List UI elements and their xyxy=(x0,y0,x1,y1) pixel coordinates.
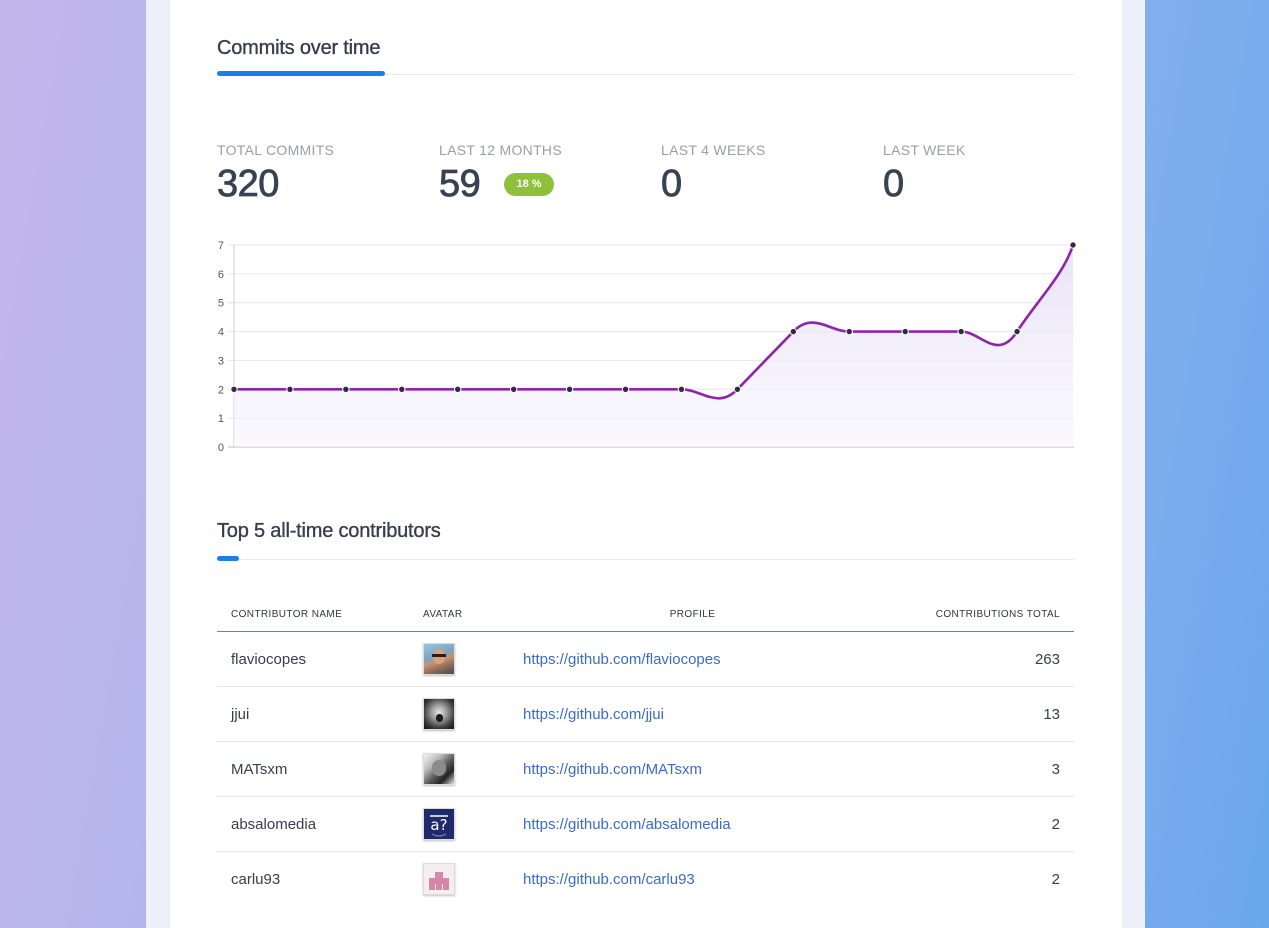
contributions-total: 263 xyxy=(876,631,1074,687)
table-row: carlu93 https://github.com/carlu93 2 xyxy=(217,852,1074,907)
y-tick-label: 6 xyxy=(218,269,224,281)
contributions-total: 2 xyxy=(1051,870,1060,888)
stat-last-week-value: 0 xyxy=(883,163,905,206)
column-header-name: CONTRIBUTOR NAME xyxy=(217,597,409,632)
column-header-avatar: AVATAR xyxy=(409,597,509,632)
profile-link[interactable]: https://github.com/jjui xyxy=(523,706,664,723)
y-tick-label: 2 xyxy=(218,384,224,396)
stat-last-4-weeks-label: LAST 4 WEEKS xyxy=(661,142,766,158)
table-row: flaviocopes https://github.com/flaviocop… xyxy=(217,631,1074,687)
photo-avatar-icon xyxy=(423,643,455,675)
data-point xyxy=(901,327,909,336)
data-point xyxy=(286,385,294,393)
data-point xyxy=(509,385,518,393)
profile-link[interactable]: https://github.com/absalomedia xyxy=(523,816,731,833)
logo-avatar-icon: a? xyxy=(423,808,455,840)
data-point xyxy=(789,327,798,336)
identicon-avatar-icon xyxy=(423,863,455,895)
svg-text:a?: a? xyxy=(430,816,447,834)
stat-last-week-label: LAST WEEK xyxy=(883,142,966,158)
data-point xyxy=(845,327,853,336)
y-tick-label: 7 xyxy=(218,240,224,252)
stat-total-commits-value: 320 xyxy=(217,163,280,206)
data-point xyxy=(1069,241,1077,249)
table-row: absalomedia a? https://github.com/absalo… xyxy=(217,796,1074,852)
stat-last-4-weeks-value: 0 xyxy=(661,163,683,206)
contributors-section-title: Top 5 all-time contributors xyxy=(217,520,441,542)
photo-avatar-icon xyxy=(423,753,455,785)
contributor-name: flaviocopes xyxy=(217,631,409,687)
profile-link[interactable]: https://github.com/carlu93 xyxy=(523,871,695,888)
y-tick-label: 5 xyxy=(218,298,224,310)
data-point xyxy=(454,385,462,393)
y-tick-label: 1 xyxy=(218,413,224,425)
data-point xyxy=(957,327,965,336)
data-point xyxy=(677,385,686,393)
y-tick-label: 0 xyxy=(218,442,224,454)
photo-avatar-icon xyxy=(423,698,455,730)
contributor-name: jjui xyxy=(217,686,409,742)
table-row: MATsxm https://github.com/MATsxm 3 xyxy=(217,741,1074,797)
contributor-name: absalomedia xyxy=(217,796,409,852)
data-point xyxy=(342,385,350,393)
commits-title-accent xyxy=(217,71,385,76)
y-tick-label: 3 xyxy=(218,355,224,367)
data-point xyxy=(230,385,238,393)
contributor-name: MATsxm xyxy=(217,741,409,797)
table-header-row: CONTRIBUTOR NAME AVATAR PROFILE CONTRIBU… xyxy=(217,597,1074,632)
contributors-title-accent xyxy=(217,556,239,561)
contributions-total: 13 xyxy=(876,686,1074,742)
data-point xyxy=(565,385,574,393)
column-header-total: CONTRIBUTIONS TOTAL xyxy=(876,597,1074,632)
contributors-title-divider xyxy=(217,559,1074,560)
stat-last-12-months-label: LAST 12 MONTHS xyxy=(439,142,562,158)
commits-chart: 0 1 2 3 4 5 6 7 xyxy=(218,240,1077,454)
growth-badge: 18 % xyxy=(504,173,554,196)
contributions-total: 2 xyxy=(876,796,1074,852)
contributions-total: 3 xyxy=(876,741,1074,797)
data-point xyxy=(1013,327,1021,336)
column-header-profile: PROFILE xyxy=(509,597,876,632)
commits-section-title: Commits over time xyxy=(217,37,381,59)
stat-last-12-months-value: 59 xyxy=(439,163,482,206)
contributors-table: CONTRIBUTOR NAME AVATAR PROFILE CONTRIBU… xyxy=(217,597,1074,906)
profile-link[interactable]: https://github.com/MATsxm xyxy=(523,761,702,778)
series-area xyxy=(234,245,1073,447)
table-row: jjui https://github.com/jjui 13 xyxy=(217,686,1074,742)
profile-link[interactable]: https://github.com/flaviocopes xyxy=(523,651,721,668)
stat-total-commits-label: TOTAL COMMITS xyxy=(217,142,335,158)
data-point xyxy=(398,385,406,393)
data-point xyxy=(733,385,742,393)
y-tick-label: 4 xyxy=(218,327,224,339)
contributor-name: carlu93 xyxy=(231,870,281,888)
data-point xyxy=(621,385,630,393)
